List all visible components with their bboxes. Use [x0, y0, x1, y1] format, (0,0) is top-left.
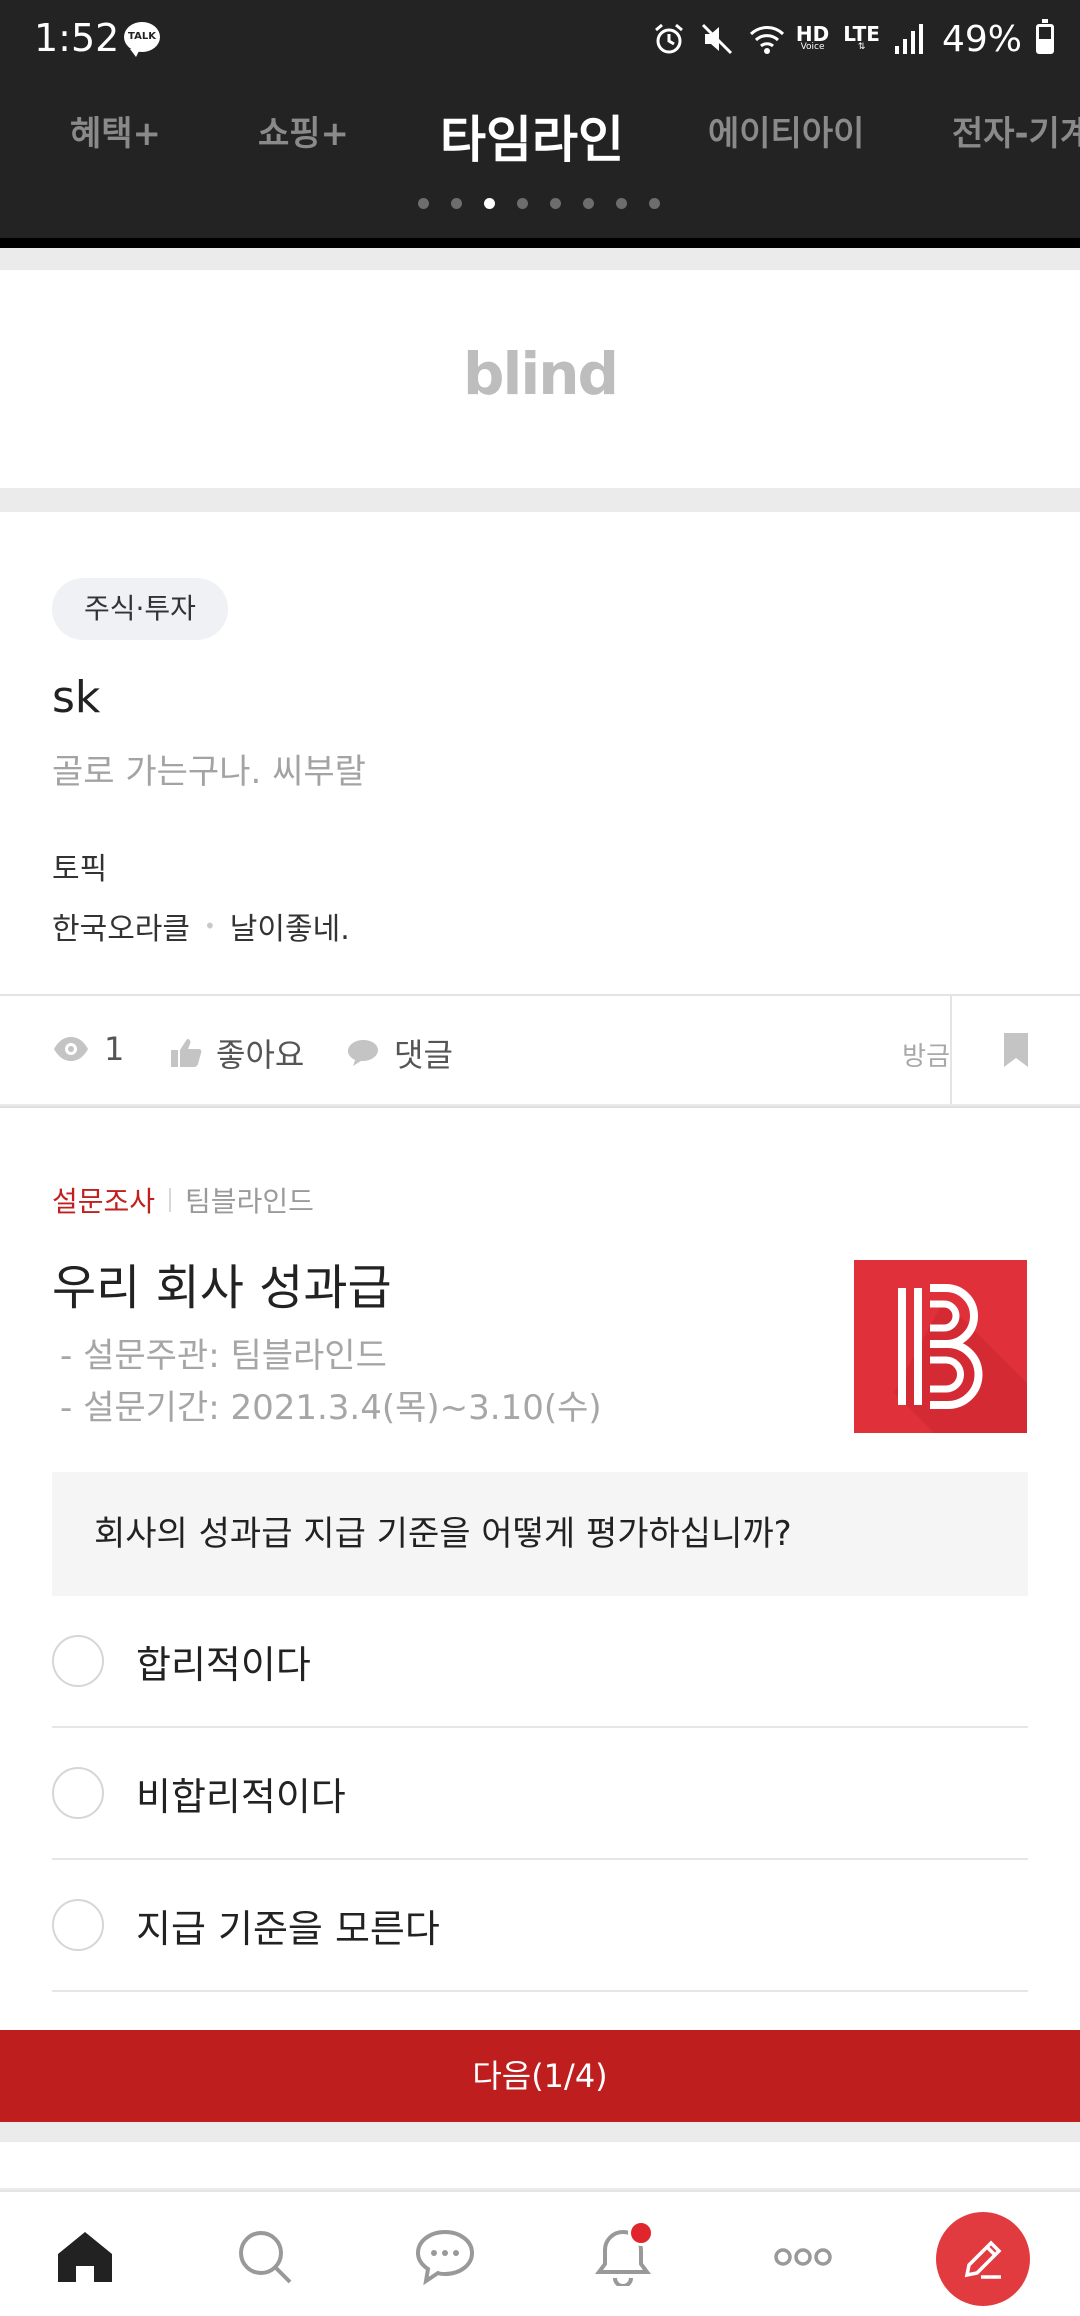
- nav-search[interactable]: [220, 2212, 310, 2302]
- post-title[interactable]: sk: [52, 672, 100, 723]
- write-icon: [964, 2240, 1002, 2279]
- signal-icon: [894, 22, 928, 56]
- tab-timeline[interactable]: 타임라인: [440, 100, 624, 172]
- chat-icon: [415, 2229, 475, 2285]
- radio-button[interactable]: [52, 1899, 104, 1951]
- status-icons: HD Voice LTE ⇅ 49%: [652, 14, 1054, 64]
- radio-button[interactable]: [52, 1635, 104, 1687]
- post-time: 방금: [902, 1042, 950, 1072]
- mute-icon: [700, 22, 734, 56]
- views-count: 1: [52, 1030, 124, 1068]
- nav-more[interactable]: [758, 2212, 848, 2302]
- option-label: 비합리적이다: [136, 1774, 346, 1819]
- wifi-icon: [748, 22, 784, 56]
- page-dot: [517, 198, 528, 209]
- page-dot: [484, 198, 495, 209]
- hd-voice-indicator: HD Voice: [795, 22, 830, 52]
- survey-title: 우리 회사 성과급: [52, 1260, 392, 1316]
- nav-chat[interactable]: [400, 2212, 490, 2302]
- page-dot: [418, 198, 429, 209]
- page-dot: [616, 198, 627, 209]
- divider: [169, 1188, 172, 1212]
- bottom-nav: [0, 2190, 1080, 2316]
- survey-question: 회사의 성과급 지급 기준을 어떻게 평가하십니까?: [52, 1472, 1028, 1596]
- tab-benefits[interactable]: 혜택+: [70, 106, 161, 155]
- kakaotalk-icon: TALK: [124, 22, 160, 57]
- alarm-icon: [652, 22, 686, 56]
- post-card[interactable]: 주식·투자 sk 골로 가는구나. 씨부랄 토픽 한국오라클 • 날이좋네. 1…: [0, 512, 1080, 1104]
- lte-indicator: LTE ⇅: [843, 22, 880, 52]
- comment-icon: [348, 1040, 378, 1066]
- blind-banner[interactable]: blind: [0, 270, 1080, 488]
- status-bar: 1:52 TALK HD Voice LTE ⇅ 49%: [0, 0, 1080, 80]
- like-button[interactable]: 좋아요: [170, 1030, 304, 1076]
- survey-organizer: - 설문주관: 팀블라인드: [60, 1336, 387, 1376]
- blind-logo: blind: [462, 340, 619, 408]
- status-time: 1:52: [34, 16, 120, 60]
- survey-option[interactable]: 합리적이다: [52, 1596, 1028, 1728]
- teamblind-logo: [854, 1260, 1027, 1433]
- write-button[interactable]: [936, 2212, 1030, 2306]
- next-button[interactable]: 다음(1/4): [0, 2030, 1080, 2122]
- bookmark-button[interactable]: [950, 996, 1080, 1104]
- topic-label: 토픽: [52, 852, 108, 887]
- nav-home[interactable]: [40, 2212, 130, 2302]
- post-actions: 1 좋아요 댓글 방금: [0, 994, 1080, 1104]
- next-card: [0, 2142, 1080, 2188]
- option-label: 합리적이다: [136, 1642, 311, 1687]
- option-label: 지급 기준을 모른다: [136, 1906, 440, 1951]
- page-dot: [583, 198, 594, 209]
- survey-card: 설문조사 팀블라인드 우리 회사 성과급 - 설문주관: 팀블라인드 - 설문기…: [0, 1106, 1080, 2122]
- tab-shopping[interactable]: 쇼핑+: [258, 106, 349, 155]
- page-dot: [649, 198, 660, 209]
- separator-dot: •: [204, 914, 216, 938]
- survey-header: 설문조사 팀블라인드: [52, 1180, 314, 1220]
- post-author: 한국오라클 • 날이좋네.: [52, 904, 350, 948]
- radio-button[interactable]: [52, 1767, 104, 1819]
- post-body[interactable]: 골로 가는구나. 씨부랄: [52, 744, 366, 793]
- eye-icon: [54, 1037, 88, 1061]
- more-icon: [774, 2248, 832, 2266]
- survey-option[interactable]: 지급 기준을 모른다: [52, 1860, 1028, 1992]
- page-dot: [550, 198, 561, 209]
- tabbar-divider: [0, 238, 1080, 248]
- survey-option[interactable]: 비합리적이다: [52, 1728, 1028, 1860]
- survey-tag: 설문조사: [52, 1185, 156, 1218]
- category-chip[interactable]: 주식·투자: [52, 578, 228, 640]
- survey-period: - 설문기간: 2021.3.4(목)~3.10(수): [60, 1388, 602, 1428]
- comment-button[interactable]: 댓글: [346, 1030, 453, 1076]
- notification-badge: [628, 2220, 654, 2246]
- tab-company[interactable]: 에이티아이: [708, 106, 864, 155]
- battery-icon: [1036, 19, 1054, 54]
- nav-notifications[interactable]: [578, 2212, 668, 2302]
- page-indicator: [418, 198, 660, 209]
- bookmark-icon: [1004, 1033, 1028, 1067]
- author-nickname: 날이좋네.: [229, 912, 350, 947]
- search-icon: [239, 2231, 292, 2284]
- tab-industry[interactable]: 전자-기계: [952, 106, 1080, 155]
- thumbs-up-icon: [171, 1039, 202, 1067]
- top-tab-bar: 혜택+ 쇼핑+ 타임라인 에이티아이 전자-기계: [0, 80, 1080, 238]
- survey-author: 팀블라인드: [185, 1185, 314, 1218]
- author-company: 한국오라클: [52, 912, 190, 947]
- page-dot: [451, 198, 462, 209]
- home-icon: [58, 2232, 112, 2282]
- battery-percent: 49%: [941, 18, 1022, 60]
